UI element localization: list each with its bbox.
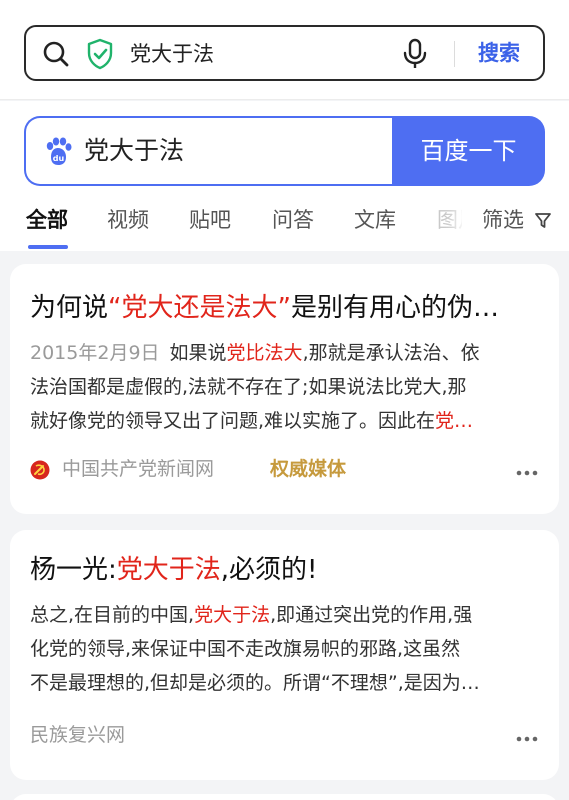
result-card[interactable]: 杨一光:党大于法,必须的! 总之,在目前的中国,党大于法,即通过突出党的作用,强…: [10, 530, 559, 780]
result-title[interactable]: 杨一光:党大于法,必须的!: [30, 552, 540, 588]
baidu-search-button[interactable]: 百度一下: [392, 116, 545, 186]
abstract-text: 总之,在目前的中国,: [30, 604, 195, 626]
result-card-partial: [10, 794, 559, 800]
title-text: 是别有用心的伪…: [290, 293, 499, 323]
abstract-text: 就好像党的领导又出了问题,难以实施了。因此在: [30, 410, 436, 432]
abstract-text: ,那就是承认法治、依: [302, 342, 480, 364]
result-tabs: 全部 视频 贴吧 问答 文库 图片 筛选: [0, 203, 569, 251]
abstract-highlight: 党…: [435, 410, 474, 432]
tab-qa[interactable]: 问答: [272, 205, 314, 235]
tab-video[interactable]: 视频: [107, 205, 149, 235]
filter-control[interactable]: 筛选: [462, 203, 569, 243]
abstract-text: ,即通过突出党的作用,强: [270, 604, 473, 626]
result-date: 2015年2月9日: [30, 342, 160, 364]
result-title[interactable]: 为何说“党大还是法大”是别有用心的伪…: [30, 290, 540, 326]
result-abstract: 总之,在目前的中国,党大于法,即通过突出党的作用,强 化党的领导,来保证中国不走…: [30, 598, 540, 700]
abstract-line: 总之,在目前的中国,党大于法,即通过突出党的作用,强: [30, 598, 540, 632]
filter-label[interactable]: 筛选: [482, 205, 524, 235]
abstract-text: 如果说: [169, 342, 227, 364]
tab-all[interactable]: 全部: [26, 205, 68, 235]
title-highlight: “党大还是法大”: [108, 293, 291, 323]
address-query-text[interactable]: 党大于法: [130, 40, 214, 68]
abstract-line: 法治国都是虚假的,法就不存在了;如果说法比党大,那: [30, 376, 467, 398]
abstract-line: 不是最理想的,但却是必须的。所谓“不理想”,是因为…: [30, 672, 480, 694]
authority-badge: 权威媒体: [270, 458, 347, 480]
active-tab-indicator: [28, 245, 68, 249]
party-emblem-icon: [30, 460, 50, 480]
result-source-row: 民族复兴网: [30, 720, 540, 750]
more-options-icon[interactable]: [515, 469, 539, 477]
search-icon[interactable]: [42, 40, 70, 68]
toolbar-divider: [454, 41, 455, 67]
title-highlight: 党大于法: [116, 555, 221, 585]
shield-check-icon: [87, 38, 113, 70]
baidu-search-header: du 党大于法 百度一下 全部 视频 贴吧 问答 文库 图片 筛选: [0, 101, 569, 251]
funnel-icon[interactable]: [534, 211, 552, 229]
browser-toolbar: 党大于法 搜索: [0, 0, 569, 100]
tab-tieba[interactable]: 贴吧: [189, 205, 231, 235]
baidu-query-text[interactable]: 党大于法: [84, 134, 184, 168]
result-source[interactable]: 民族复兴网: [30, 720, 125, 750]
result-abstract: 2015年2月9日 如果说党比法大,那就是承认法治、依 法治国都是虚假的,法就不存…: [30, 336, 540, 438]
baidu-paw-icon: du: [46, 137, 72, 165]
title-text: 杨一光:: [30, 555, 117, 585]
baidu-search-input[interactable]: du 党大于法: [24, 116, 394, 186]
abstract-highlight: 党比法大: [226, 342, 303, 364]
abstract-line: 化党的领导,来保证中国不走改旗易帜的邪路,这虽然: [30, 638, 461, 660]
tab-wenku[interactable]: 文库: [354, 205, 396, 235]
title-text: ,必须的!: [220, 555, 318, 585]
result-card[interactable]: 为何说“党大还是法大”是别有用心的伪… 2015年2月9日 如果说党比法大,那就是…: [10, 264, 559, 514]
microphone-icon[interactable]: [402, 38, 428, 70]
abstract-highlight: 党大于法: [194, 604, 271, 626]
abstract-line: 2015年2月9日 如果说党比法大,那就是承认法治、依: [30, 336, 540, 370]
title-text: 为何说: [30, 293, 109, 323]
result-source[interactable]: 中国共产党新闻网: [62, 454, 214, 484]
result-source-row: 中国共产党新闻网 权威媒体: [30, 454, 540, 484]
more-options-icon[interactable]: [515, 735, 539, 743]
address-search-box[interactable]: 党大于法 搜索: [24, 25, 545, 81]
search-button[interactable]: 搜索: [478, 39, 520, 67]
abstract-line: 就好像党的领导又出了问题,难以实施了。因此在党…: [30, 404, 540, 438]
svg-text:du: du: [53, 154, 65, 163]
